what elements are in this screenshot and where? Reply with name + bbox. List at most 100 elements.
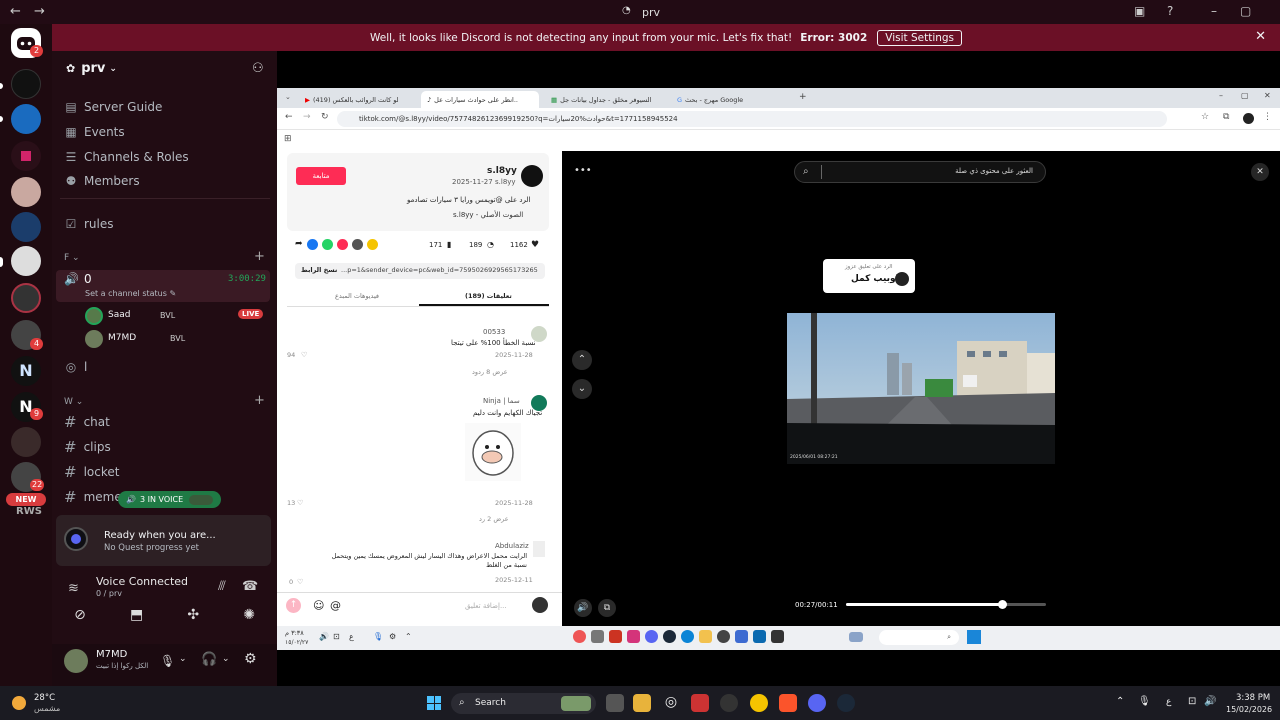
channel-clips[interactable]: # clips xyxy=(64,438,111,456)
creator-avatar[interactable] xyxy=(521,165,543,187)
channel-status[interactable]: Set a channel status ✎ xyxy=(85,289,176,298)
in-voice-pill[interactable]: 🔊 3 IN VOICE xyxy=(118,491,222,508)
windows-start-icon[interactable] xyxy=(427,696,441,710)
category-f[interactable]: F ⌄ xyxy=(64,253,80,263)
app-icon[interactable] xyxy=(717,630,730,643)
facebook-icon[interactable] xyxy=(306,239,318,250)
nav-members[interactable]: ⚉ Members xyxy=(64,174,140,188)
app-icon[interactable] xyxy=(753,630,766,643)
camera-off-icon[interactable]: ⊘ xyxy=(74,607,86,631)
voice-connected-sub[interactable]: 0 / prv xyxy=(96,589,122,598)
task-view-icon[interactable] xyxy=(606,694,624,712)
post-sound[interactable]: الصوت الأصلي - s.l8yy xyxy=(453,211,523,219)
server-icon-7[interactable] xyxy=(11,283,41,313)
headphones-icon[interactable]: 🎧 xyxy=(201,652,217,667)
star-icon[interactable]: ☆ xyxy=(1201,112,1209,122)
bluetooth-icon[interactable]: ⚙ xyxy=(389,632,396,641)
server-icon-5[interactable] xyxy=(11,212,41,242)
taskbar-search[interactable]: ⌕ Search xyxy=(451,693,596,714)
snapchat-icon[interactable] xyxy=(366,239,378,250)
microphone-icon[interactable]: 🎙 xyxy=(1138,696,1151,707)
microphone-icon[interactable]: 🎙 xyxy=(373,632,383,641)
browser-tab[interactable]: ▦ السيوفر مخلق - جداول بيانات جل xyxy=(545,91,663,108)
clock-date[interactable]: 15/02/2026 xyxy=(1226,705,1272,714)
gear-icon[interactable]: ⚙ xyxy=(244,651,257,667)
emoji-icon[interactable]: ☺ xyxy=(313,599,324,612)
discord-icon[interactable] xyxy=(808,694,826,712)
video-progress[interactable] xyxy=(846,600,1046,609)
app-icon[interactable] xyxy=(573,630,586,643)
obs-icon[interactable]: ◎ xyxy=(662,694,680,712)
nav-events[interactable]: ▦ Events xyxy=(64,125,124,139)
more-icon[interactable]: ⋮ xyxy=(1263,112,1272,122)
tab-menu-icon[interactable]: ⌄ xyxy=(285,93,291,101)
browser-tab-active[interactable]: ♪ انظر على حوادث سيارات عل.. xyxy=(421,91,539,108)
chevron-down-icon[interactable]: ⌄ xyxy=(222,654,230,664)
file-explorer-icon[interactable] xyxy=(633,694,651,712)
app-icon[interactable] xyxy=(645,630,658,643)
screen-share-icon[interactable]: ⬒ xyxy=(130,607,143,631)
apps-icon[interactable]: ⊞ xyxy=(284,134,292,144)
server-header[interactable]: ✿ prv ⌄ xyxy=(66,61,117,76)
close-icon[interactable]: ✕ xyxy=(1251,163,1269,181)
channel-chat[interactable]: # chat xyxy=(64,413,110,431)
creator-user[interactable]: s.l8yy xyxy=(487,166,517,176)
microphone-icon[interactable]: 🎙 xyxy=(160,654,175,668)
language-indicator[interactable]: ع xyxy=(1166,697,1171,707)
voice-connected-title[interactable]: Voice Connected xyxy=(96,575,188,588)
add-channel-icon[interactable]: + xyxy=(254,393,265,408)
category-w[interactable]: W ⌄ xyxy=(64,397,83,407)
channel-meme[interactable]: # meme xyxy=(64,488,122,506)
brave-icon[interactable] xyxy=(779,694,797,712)
comment-user[interactable]: 00533 xyxy=(483,328,505,336)
server-icon-1[interactable] xyxy=(11,69,41,99)
server-icon-9[interactable]: N xyxy=(11,356,41,386)
my-avatar[interactable] xyxy=(532,597,548,613)
maximize-icon[interactable]: ▢ xyxy=(1241,91,1249,100)
chevron-down-icon[interactable]: ⌄ xyxy=(179,654,187,664)
app-icon[interactable] xyxy=(681,630,694,643)
reload-icon[interactable]: ↻ xyxy=(321,112,329,122)
comment-user[interactable]: Abdulaziz xyxy=(495,542,529,550)
browser-tab[interactable]: G مهرج - بحث Google xyxy=(671,91,789,108)
app-icon[interactable] xyxy=(663,630,676,643)
bookmark-icon[interactable]: ▮ xyxy=(447,240,451,249)
address-input[interactable]: tiktok.com/@s.l8yy/video/757748261236991… xyxy=(337,111,1167,127)
help-icon[interactable]: ? xyxy=(1167,4,1173,18)
minimize-icon[interactable]: – xyxy=(1219,91,1223,100)
commenter-avatar[interactable] xyxy=(533,541,545,557)
nav-server-guide[interactable]: ▤ Server Guide xyxy=(64,100,162,114)
server-icon-4[interactable] xyxy=(11,177,41,207)
mention-icon[interactable]: @ xyxy=(330,599,341,612)
new-tab-icon[interactable]: + xyxy=(799,92,807,102)
soundboard-icon[interactable]: ✺ xyxy=(243,607,255,631)
tab-comments[interactable]: تعليقات (189) xyxy=(465,292,512,300)
app-icon[interactable] xyxy=(609,630,622,643)
embed-icon[interactable] xyxy=(351,239,363,250)
activities-icon[interactable]: ✣ xyxy=(187,607,199,631)
nav-channels-roles[interactable]: ☰ Channels & Roles xyxy=(64,150,189,164)
channel-locket[interactable]: # locket xyxy=(64,463,119,481)
heart-icon[interactable]: ♥ xyxy=(531,240,539,250)
copy-link-button[interactable]: نسخ الرابط xyxy=(301,266,337,274)
noise-suppression-icon[interactable]: ⫻ xyxy=(218,579,226,594)
voice-user-name[interactable]: Saad xyxy=(108,310,130,320)
view-replies[interactable]: عرض 2 رد xyxy=(479,515,509,523)
inbox-icon[interactable]: ▣ xyxy=(1134,4,1145,18)
tab-creator-videos[interactable]: فيديوهات المبدع xyxy=(335,292,379,300)
user-name[interactable]: M7MD xyxy=(96,649,127,660)
chevron-down-icon[interactable]: ⌄ xyxy=(572,379,592,399)
forward-arrow-icon[interactable]: → xyxy=(34,4,45,19)
back-arrow-icon[interactable]: ← xyxy=(285,112,293,122)
app-icon[interactable] xyxy=(591,630,604,643)
close-icon[interactable]: ✕ xyxy=(1264,91,1271,100)
more-icon[interactable]: ••• xyxy=(574,165,592,179)
heart-icon[interactable]: ♡ xyxy=(297,499,303,507)
close-icon[interactable]: ✕ xyxy=(1255,29,1266,44)
server-icon-2[interactable] xyxy=(11,104,41,134)
forward-arrow-icon[interactable]: → xyxy=(303,112,311,122)
volume-icon[interactable]: 🔊 xyxy=(319,632,329,641)
related-search-input[interactable]: ⌕ العثور على محتوى ذي صلة xyxy=(794,161,1046,183)
steam-icon[interactable] xyxy=(837,694,855,712)
app-icon[interactable] xyxy=(735,630,748,643)
